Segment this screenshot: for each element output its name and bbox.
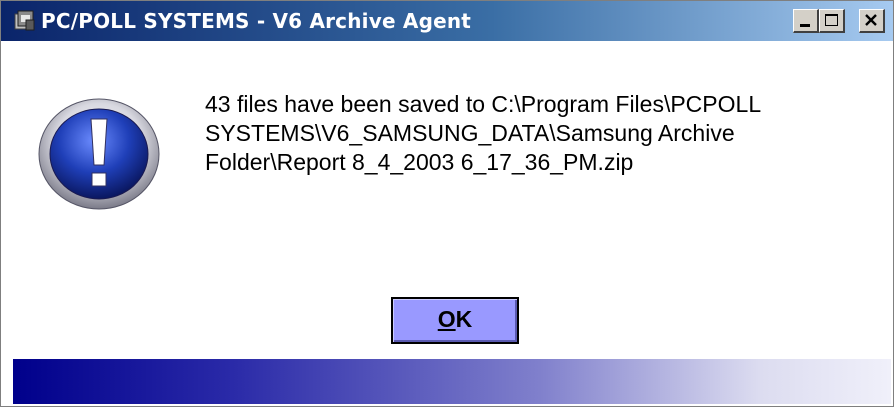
app-icon[interactable] xyxy=(14,10,36,32)
message-line: SYSTEMS\V6_SAMSUNG_DATA\Samsung Archive xyxy=(205,120,735,146)
message-line: 43 files have been saved to C:\Program F… xyxy=(205,91,762,117)
exclamation-icon xyxy=(38,98,160,210)
minimize-button[interactable] xyxy=(793,9,819,33)
window-title: PC/POLL SYSTEMS - V6 Archive Agent xyxy=(41,9,472,33)
maximize-button[interactable] xyxy=(819,9,845,33)
ok-button[interactable]: OK xyxy=(391,297,519,344)
ok-label-rest: K xyxy=(455,306,473,332)
minimize-icon xyxy=(800,24,810,27)
title-bar[interactable]: PC/POLL SYSTEMS - V6 Archive Agent xyxy=(1,1,893,41)
ok-mnemonic: O xyxy=(437,306,456,332)
message-text: 43 files have been saved to C:\Program F… xyxy=(205,90,865,177)
close-icon xyxy=(865,14,877,26)
dialog-window: PC/POLL SYSTEMS - V6 Archive Agent 43 fi… xyxy=(0,0,894,407)
maximize-icon xyxy=(825,14,838,26)
message-line: Folder\Report 8_4_2003 6_17_36_PM.zip xyxy=(205,149,634,175)
close-button[interactable] xyxy=(859,9,885,33)
footer-gradient-band xyxy=(13,359,891,404)
